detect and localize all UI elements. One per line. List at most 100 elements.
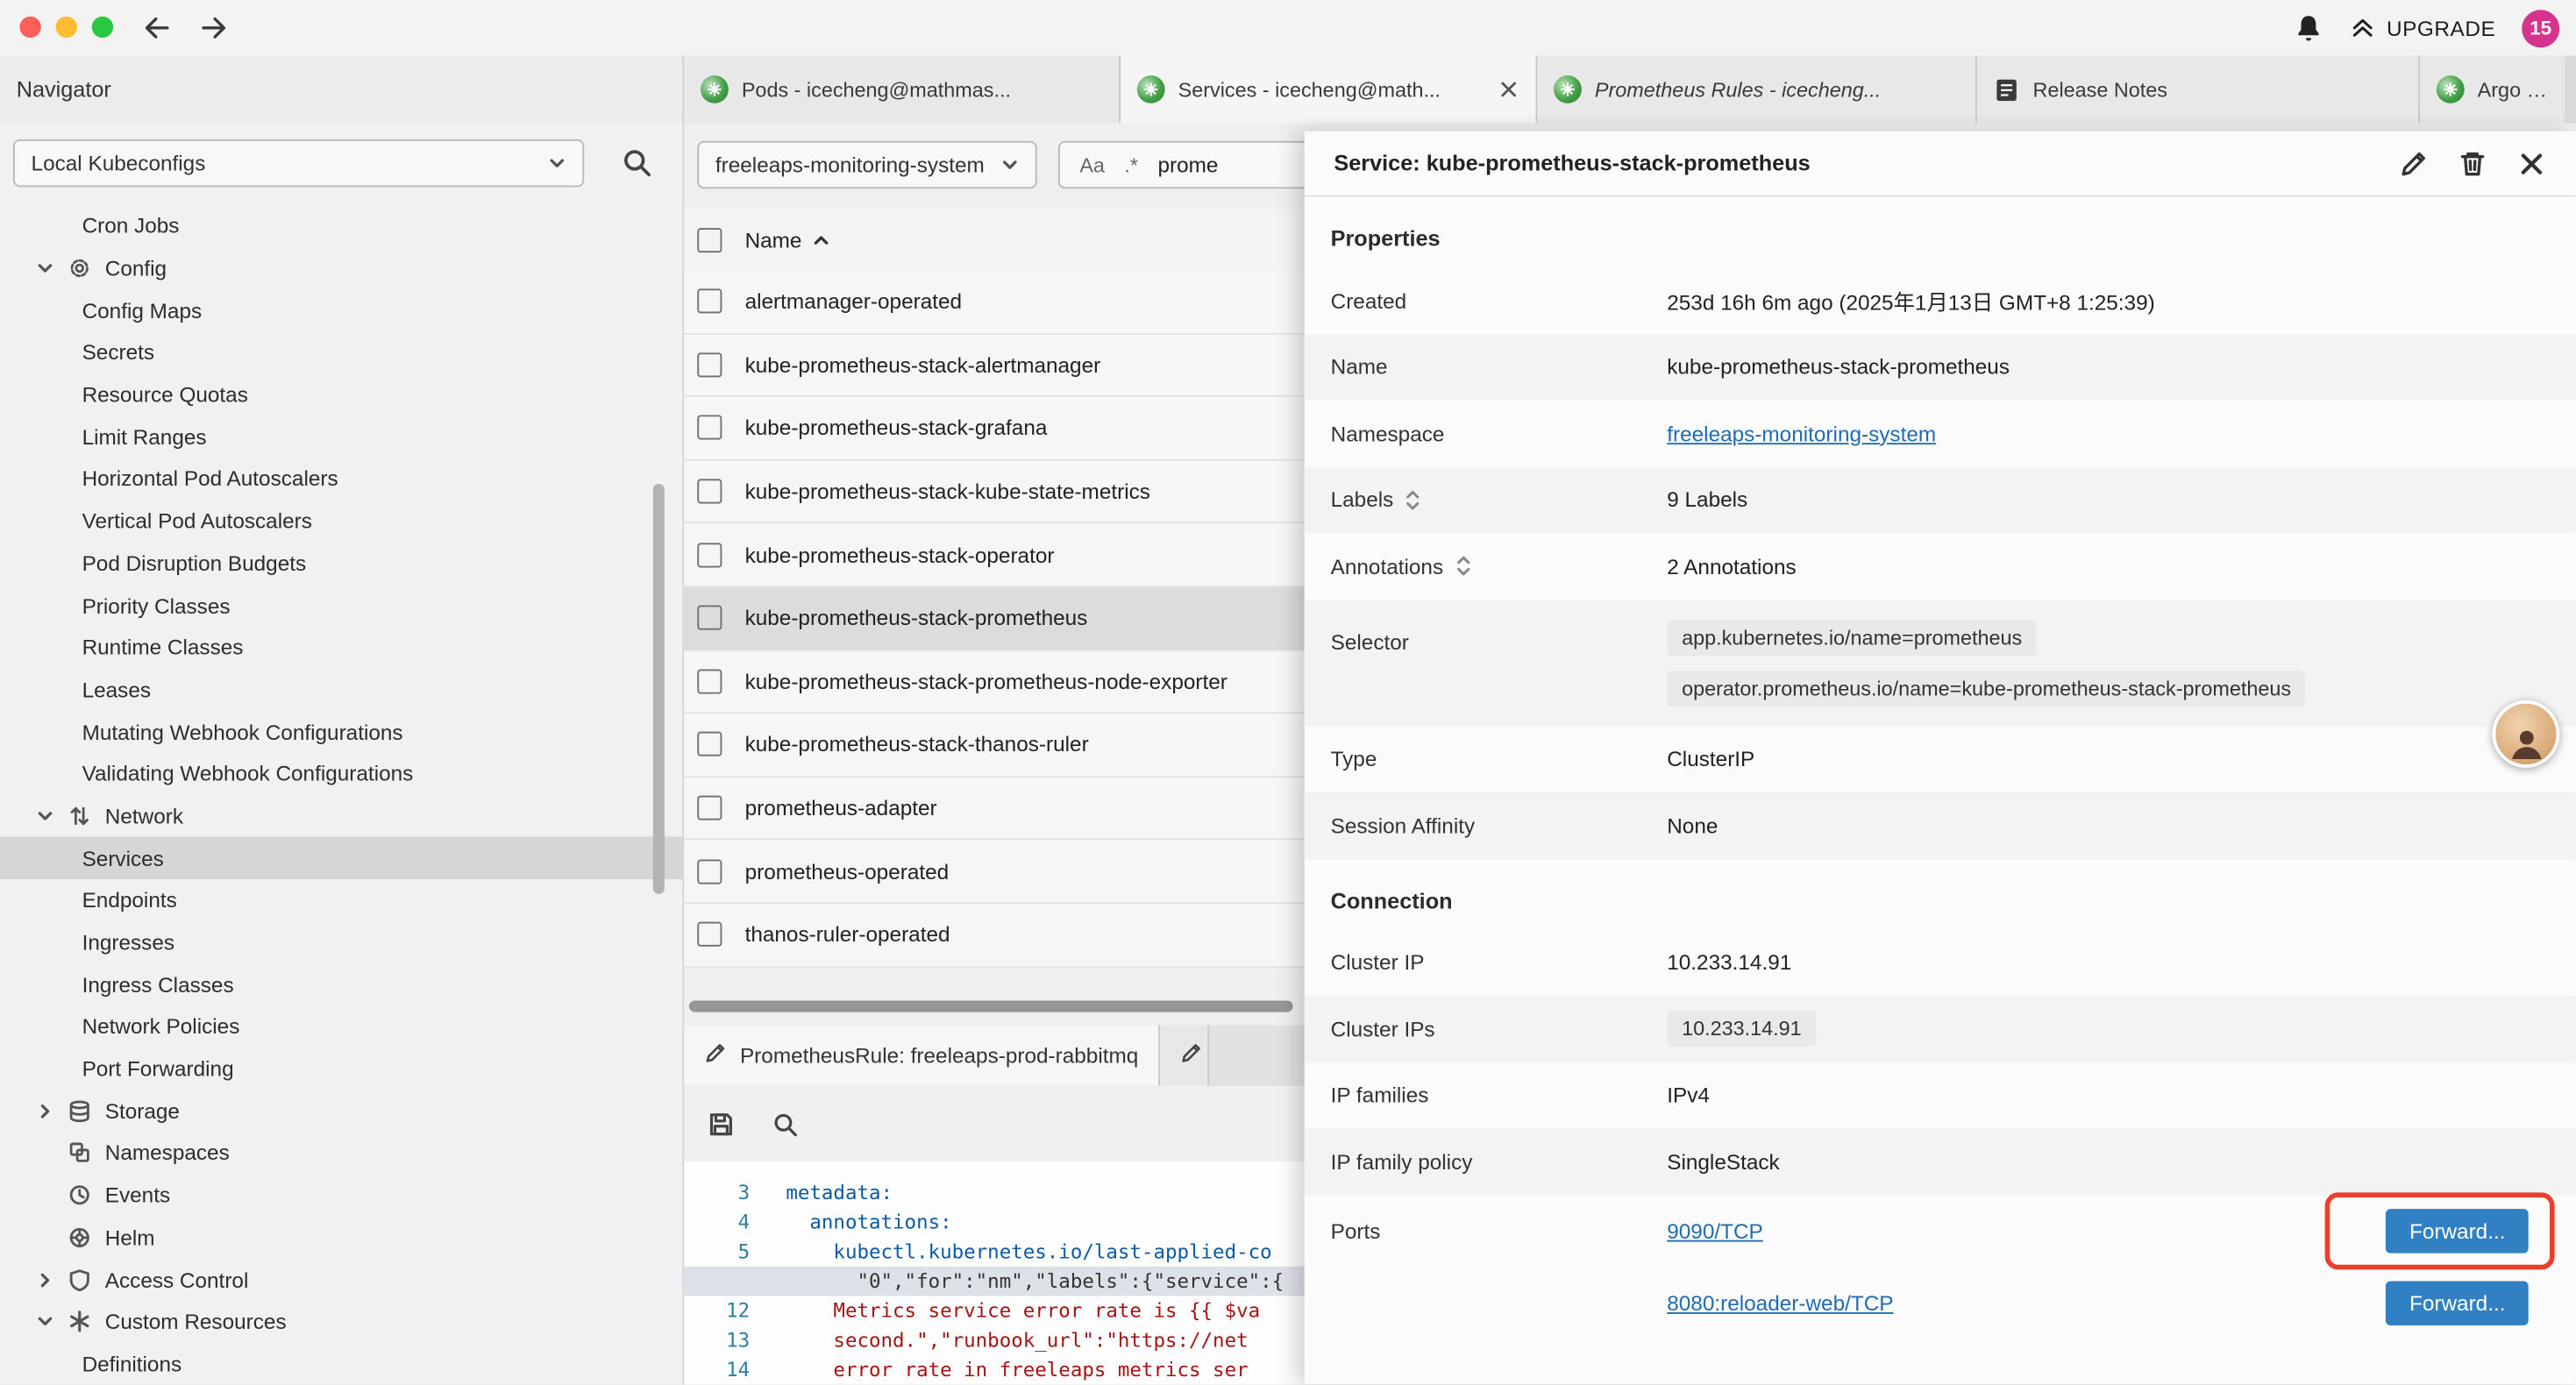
- minimize-window-button[interactable]: [56, 17, 77, 38]
- row-checkbox[interactable]: [697, 289, 722, 314]
- row-checkbox[interactable]: [697, 479, 722, 504]
- sidebar-item-helm[interactable]: Helm: [0, 1217, 684, 1259]
- close-tab-icon[interactable]: [1498, 79, 1519, 100]
- search-icon[interactable]: [620, 146, 652, 179]
- annotations-row: Annotations 2 Annotations: [1305, 533, 2576, 600]
- sidebar-item-definitions[interactable]: Definitions: [0, 1343, 684, 1385]
- row-checkbox[interactable]: [697, 669, 722, 693]
- close-drawer-icon[interactable]: [2517, 148, 2547, 178]
- tab-release-notes[interactable]: Release Notes: [1977, 56, 2420, 124]
- sidebar-item-namespaces[interactable]: Namespaces: [0, 1132, 684, 1174]
- close-window-button[interactable]: [19, 17, 40, 38]
- sidebar-item-cron-jobs[interactable]: Cron Jobs: [0, 205, 684, 247]
- sidebar-item-leases[interactable]: Leases: [0, 669, 684, 711]
- dock-tab-prometheusrule[interactable]: PrometheusRule: freeleaps-prod-rabbitmq: [684, 1026, 1159, 1086]
- match-case-toggle[interactable]: Aa: [1079, 153, 1105, 176]
- sidebar-item-config-maps[interactable]: Config Maps: [0, 289, 684, 331]
- sidebar-item-secrets[interactable]: Secrets: [0, 331, 684, 373]
- upgrade-button[interactable]: UPGRADE: [2349, 15, 2495, 41]
- chevron-down-icon: [1000, 156, 1019, 174]
- row-checkbox[interactable]: [697, 606, 722, 630]
- sidebar-item-port-forwarding[interactable]: Port Forwarding: [0, 1048, 684, 1090]
- forward-icon[interactable]: [197, 11, 230, 53]
- pencil-icon: [704, 1041, 727, 1069]
- delete-trash-icon[interactable]: [2458, 148, 2487, 178]
- tab-prometheus-rules[interactable]: Prometheus Rules - icecheng...: [1537, 56, 1977, 124]
- select-all-checkbox[interactable]: [697, 227, 722, 252]
- notifications-bell-icon[interactable]: [2293, 13, 2323, 43]
- sidebar-item-config[interactable]: Config: [0, 247, 684, 289]
- sidebar-item-storage[interactable]: Storage: [0, 1090, 684, 1132]
- maximize-window-button[interactable]: [92, 17, 113, 38]
- forward-button[interactable]: Forward...: [2387, 1281, 2529, 1325]
- chevron-down-icon[interactable]: [36, 807, 60, 826]
- horizontal-scrollbar[interactable]: [689, 1000, 1293, 1012]
- code-line: Metrics service error rate is {{ $va: [770, 1296, 1260, 1325]
- sidebar-item-validating-webhooks[interactable]: Validating Webhook Configurations: [0, 753, 684, 795]
- tab-services[interactable]: Services - icecheng@math...: [1121, 56, 1537, 124]
- sort-ascending-icon[interactable]: [812, 231, 830, 249]
- port-line: 9090/TCP Forward...: [1667, 1195, 2576, 1267]
- participant-avatar[interactable]: [2493, 700, 2560, 768]
- sidebar-item-resource-quotas[interactable]: Resource Quotas: [0, 373, 684, 416]
- notification-count-badge[interactable]: 15: [2522, 9, 2559, 46]
- sidebar-item-ingresses[interactable]: Ingresses: [0, 921, 684, 963]
- asterisk-icon: [68, 1310, 96, 1334]
- sidebar-item-vpa[interactable]: Vertical Pod Autoscalers: [0, 500, 684, 542]
- sidebar-item-limit-ranges[interactable]: Limit Ranges: [0, 416, 684, 458]
- line-number: 14: [684, 1355, 769, 1385]
- row-checkbox[interactable]: [697, 922, 722, 947]
- row-checkbox[interactable]: [697, 416, 722, 440]
- row-checkbox[interactable]: [697, 352, 722, 377]
- chevron-right-icon[interactable]: [36, 1102, 60, 1120]
- port-link[interactable]: 9090/TCP: [1667, 1218, 1763, 1243]
- name-column-header[interactable]: Name: [745, 227, 802, 252]
- chevron-down-icon[interactable]: [36, 1312, 60, 1331]
- chevron-right-icon[interactable]: [36, 1270, 60, 1289]
- expand-toggle-icon[interactable]: [1455, 555, 1471, 578]
- sidebar-item-services[interactable]: Services: [0, 837, 684, 879]
- row-checkbox[interactable]: [697, 732, 722, 756]
- search-input[interactable]: prome: [1157, 153, 1218, 177]
- labels-count[interactable]: 9 Labels: [1667, 487, 2576, 512]
- tab-argo[interactable]: Argo Se: [2420, 56, 2565, 124]
- edit-pencil-icon[interactable]: [2399, 148, 2429, 178]
- cluster-icon: [2437, 75, 2465, 103]
- annotations-count[interactable]: 2 Annotations: [1667, 554, 2576, 579]
- sidebar-item-ingress-classes[interactable]: Ingress Classes: [0, 963, 684, 1005]
- sidebar-item-hpa[interactable]: Horizontal Pod Autoscalers: [0, 458, 684, 500]
- search-icon[interactable]: [772, 1110, 800, 1138]
- sidebar-item-runtime-classes[interactable]: Runtime Classes: [0, 627, 684, 669]
- sidebar-item-access-control[interactable]: Access Control: [0, 1259, 684, 1301]
- sidebar-item-events[interactable]: Events: [0, 1174, 684, 1216]
- sidebar-item-priority-classes[interactable]: Priority Classes: [0, 585, 684, 627]
- row-checkbox[interactable]: [697, 859, 722, 884]
- sidebar-item-mutating-webhooks[interactable]: Mutating Webhook Configurations: [0, 711, 684, 753]
- sidebar-item-network[interactable]: Network: [0, 795, 684, 837]
- save-icon[interactable]: [708, 1110, 736, 1138]
- sidebar-item-endpoints[interactable]: Endpoints: [0, 879, 684, 921]
- sidebar-scrollbar[interactable]: [653, 484, 665, 894]
- expand-toggle-icon[interactable]: [1405, 488, 1421, 511]
- forward-button[interactable]: Forward...: [2387, 1209, 2529, 1254]
- dock-tab-partial[interactable]: [1160, 1026, 1209, 1086]
- kubeconfig-selector[interactable]: Local Kubeconfigs: [13, 139, 584, 187]
- upgrade-label: UPGRADE: [2387, 16, 2495, 40]
- selector-row: Selector app.kubernetes.io/name=promethe…: [1305, 600, 2576, 726]
- namespace-link[interactable]: freeleaps-monitoring-system: [1667, 421, 1936, 445]
- sidebar-item-pdb[interactable]: Pod Disruption Budgets: [0, 542, 684, 584]
- sidebar-item-custom-resources[interactable]: Custom Resources: [0, 1301, 684, 1343]
- tab-pods[interactable]: Pods - icecheng@mathmas...: [684, 56, 1121, 124]
- namespace-selector[interactable]: freeleaps-monitoring-system: [697, 141, 1036, 188]
- row-checkbox[interactable]: [697, 796, 722, 820]
- regex-toggle[interactable]: .*: [1124, 153, 1138, 176]
- port-link[interactable]: 8080:reloader-web/TCP: [1667, 1291, 1893, 1316]
- chevron-down-icon[interactable]: [36, 259, 60, 278]
- name-value: kube-prometheus-stack-prometheus: [1667, 355, 2576, 380]
- config-icon: [68, 256, 96, 281]
- code-line: error rate in freeleaps metrics ser: [770, 1355, 1249, 1385]
- back-icon[interactable]: [141, 11, 174, 53]
- row-checkbox[interactable]: [697, 543, 722, 567]
- shield-icon: [68, 1268, 96, 1292]
- sidebar-item-network-policies[interactable]: Network Policies: [0, 1005, 684, 1048]
